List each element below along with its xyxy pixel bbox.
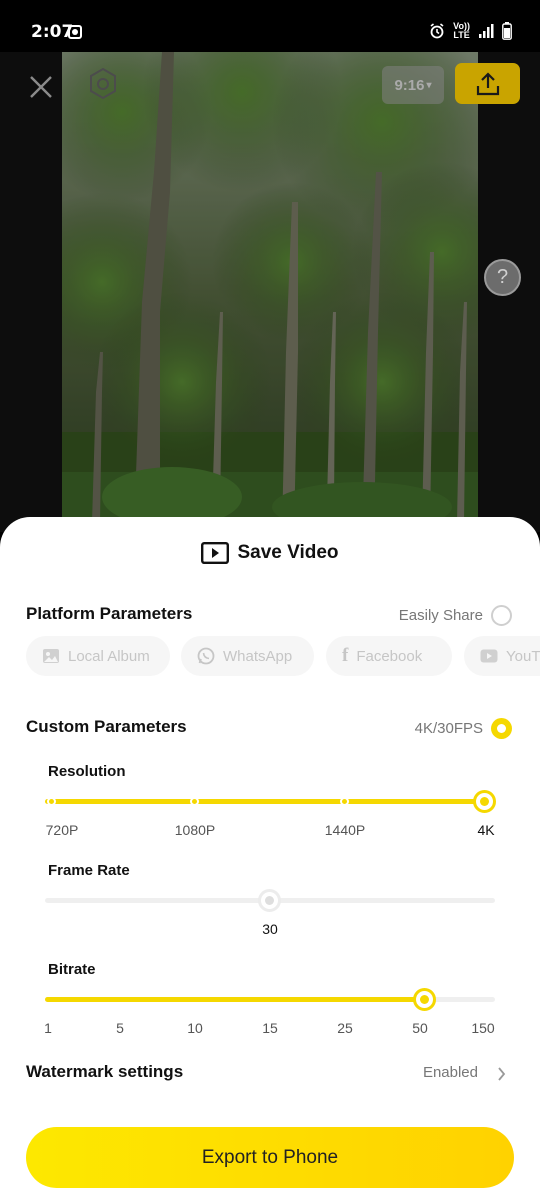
frame-rate-slider[interactable] bbox=[45, 889, 495, 912]
forest-preview-image bbox=[62, 52, 478, 532]
bitrate-slider[interactable] bbox=[45, 988, 495, 1011]
export-button-label: Export to Phone bbox=[201, 1146, 339, 1168]
bitrate-tick-selected: 50 bbox=[412, 1020, 428, 1036]
custom-parameters-radio[interactable] bbox=[491, 718, 512, 739]
chip-label: Local Album bbox=[68, 647, 150, 665]
status-bar: 2:07 Vo)) LTE bbox=[0, 0, 540, 52]
custom-parameters-heading: Custom Parameters bbox=[26, 717, 187, 736]
frame-rate-value: 30 bbox=[262, 921, 278, 937]
video-preview: 9:16 ▾ ? bbox=[0, 52, 540, 532]
save-video-sheet: Save Video Platform Parameters Easily Sh… bbox=[0, 517, 540, 1200]
resolution-slider[interactable] bbox=[45, 790, 496, 813]
sheet-title-text: Save Video bbox=[237, 542, 339, 563]
upload-icon bbox=[476, 71, 499, 95]
screen-record-icon bbox=[68, 25, 82, 39]
bitrate-knob[interactable] bbox=[413, 988, 436, 1011]
resolution-fill bbox=[45, 799, 495, 804]
chip-youtube[interactable]: YouTu bbox=[464, 636, 540, 676]
chip-label: WhatsApp bbox=[223, 647, 293, 665]
hexagon-icon bbox=[90, 67, 116, 100]
help-button[interactable]: ? bbox=[484, 259, 521, 296]
resolution-knob[interactable] bbox=[473, 790, 496, 813]
resolution-stop bbox=[340, 797, 349, 806]
close-button[interactable] bbox=[26, 72, 56, 102]
chevron-down-icon: ▾ bbox=[426, 79, 432, 91]
chip-facebook[interactable]: f Facebook bbox=[326, 636, 452, 676]
custom-summary: 4K/30FPS bbox=[414, 720, 483, 737]
resolution-tick: 720P bbox=[45, 822, 79, 838]
resolution-stop bbox=[47, 797, 56, 806]
volte-indicator: Vo)) LTE bbox=[453, 22, 470, 40]
signal-icon bbox=[479, 24, 494, 38]
play-screen-icon bbox=[201, 542, 230, 564]
bitrate-tick: 25 bbox=[337, 1020, 353, 1036]
help-icon: ? bbox=[496, 266, 509, 288]
bitrate-tick: 1 bbox=[44, 1020, 52, 1036]
settings-hex-button[interactable] bbox=[86, 66, 120, 102]
chevron-right-icon bbox=[498, 1067, 506, 1081]
bitrate-tick: 150 bbox=[471, 1020, 495, 1036]
alarm-icon bbox=[430, 23, 444, 39]
chip-label: Facebook bbox=[356, 647, 423, 665]
resolution-stop bbox=[190, 797, 199, 806]
sheet-title: Save Video bbox=[0, 542, 540, 564]
bitrate-tick: 5 bbox=[116, 1020, 124, 1036]
gallery-icon bbox=[43, 649, 59, 663]
aspect-ratio-label: 9:16 bbox=[394, 76, 425, 94]
resolution-tick: 1440P bbox=[324, 822, 366, 838]
aspect-ratio-button[interactable]: 9:16 ▾ bbox=[382, 66, 444, 104]
bitrate-label: Bitrate bbox=[48, 961, 96, 978]
battery-icon bbox=[502, 22, 512, 40]
watermark-value: Enabled bbox=[422, 1064, 478, 1081]
platform-chips: Local Album WhatsApp f Facebook YouTu bbox=[26, 636, 540, 676]
status-icons: Vo)) LTE bbox=[429, 22, 512, 40]
youtube-icon bbox=[480, 649, 498, 663]
facebook-icon: f bbox=[342, 645, 349, 666]
bitrate-tick: 10 bbox=[187, 1020, 203, 1036]
resolution-label: Resolution bbox=[48, 763, 126, 780]
platform-parameters-heading: Platform Parameters bbox=[26, 604, 193, 623]
share-export-button[interactable] bbox=[455, 63, 520, 104]
easily-share-radio[interactable] bbox=[491, 605, 512, 626]
bitrate-fill bbox=[45, 997, 424, 1002]
watermark-settings-row[interactable]: Watermark settings Enabled bbox=[26, 1059, 514, 1085]
lte-label: LTE bbox=[453, 30, 470, 40]
frame-rate-knob[interactable] bbox=[258, 889, 281, 912]
bitrate-tick: 15 bbox=[262, 1020, 278, 1036]
watermark-label: Watermark settings bbox=[26, 1062, 184, 1081]
status-time: 2:07 bbox=[31, 22, 74, 42]
chip-label: YouTu bbox=[506, 647, 540, 665]
resolution-tick: 1080P bbox=[174, 822, 216, 838]
chip-whatsapp[interactable]: WhatsApp bbox=[181, 636, 314, 676]
chip-local-album[interactable]: Local Album bbox=[26, 636, 170, 676]
export-to-phone-button[interactable]: Export to Phone bbox=[26, 1127, 514, 1188]
resolution-tick-selected: 4K bbox=[477, 822, 495, 838]
whatsapp-icon bbox=[197, 647, 215, 665]
frame-rate-label: Frame Rate bbox=[48, 862, 130, 879]
close-icon bbox=[30, 76, 52, 98]
easily-share-label: Easily Share bbox=[398, 607, 483, 624]
